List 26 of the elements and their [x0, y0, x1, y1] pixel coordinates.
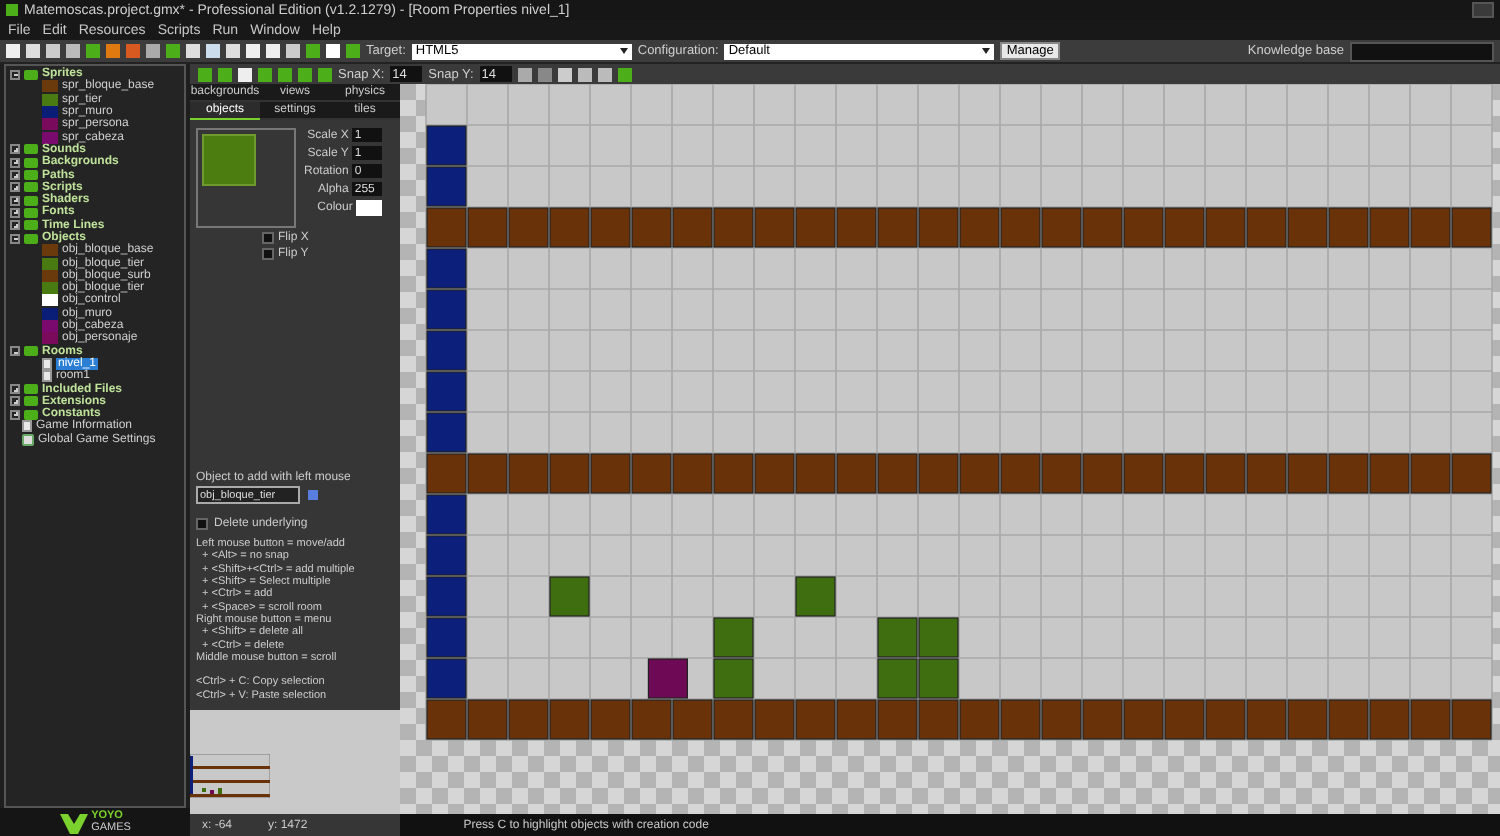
checkbox[interactable]: [196, 518, 208, 531]
logo-icon: [59, 813, 88, 833]
expand-icon[interactable]: [10, 207, 20, 218]
object-sprite: [202, 134, 256, 186]
settings-icon: [22, 433, 34, 446]
expand-icon[interactable]: [10, 396, 20, 407]
dropdown-arrow-icon: [982, 48, 991, 54]
expand-icon[interactable]: [10, 157, 20, 168]
expand-icon[interactable]: [10, 144, 20, 155]
expand-icon[interactable]: [10, 182, 20, 193]
expand-icon[interactable]: [10, 195, 20, 206]
expand-icon[interactable]: [10, 384, 20, 395]
checkbox[interactable]: [262, 248, 274, 260]
expand-icon[interactable]: [10, 170, 20, 181]
colour-swatch[interactable]: [356, 200, 383, 216]
expand-icon[interactable]: [10, 409, 20, 420]
collapse-icon[interactable]: [10, 346, 20, 357]
collapse-icon[interactable]: [10, 69, 20, 80]
room-canvas-drawing[interactable]: [400, 84, 1500, 814]
picker-icon[interactable]: [308, 490, 318, 501]
expand-icon[interactable]: [10, 220, 20, 231]
checkbox[interactable]: [262, 232, 274, 244]
app-icon: [6, 4, 18, 16]
knowledge-base-field[interactable]: [1350, 41, 1494, 61]
dropdown-arrow-icon: [619, 48, 628, 54]
collapse-icon[interactable]: [10, 233, 20, 243]
